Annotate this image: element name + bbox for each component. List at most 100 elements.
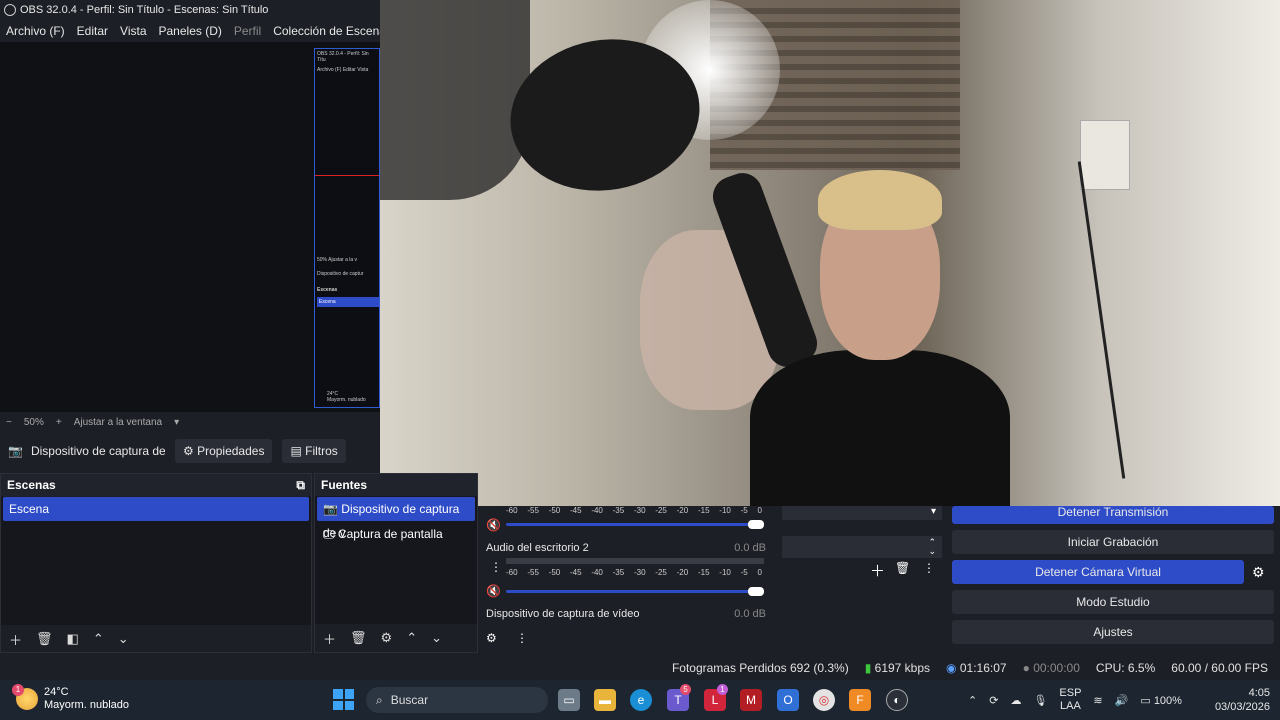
scene-item[interactable]: Escena — [3, 497, 309, 521]
webcam-cable — [1077, 161, 1126, 479]
filters-button[interactable]: ▤ Filtros — [282, 439, 346, 463]
channel-name: Audio del escritorio 2 — [486, 542, 589, 554]
clock[interactable]: 4:05 03/03/2026 — [1206, 686, 1270, 714]
gear-icon[interactable]: ⚙ — [381, 630, 393, 646]
properties-label: Propiedades — [197, 444, 265, 458]
transitions-dock: ▾ ⌃ ⌄ ＋ 🗑 ⋮ — [780, 506, 946, 653]
menu-vista[interactable]: Vista — [120, 24, 146, 38]
record-time-value: 00:00:00 — [1033, 661, 1080, 675]
zoom-out-button[interactable]: − — [6, 417, 12, 428]
channel-menu-icon[interactable]: ⋮ — [490, 560, 502, 574]
nested-menu: Archivo (F) Editar Vista — [317, 67, 369, 73]
cloud-icon[interactable]: ☁ — [1010, 694, 1021, 707]
nested-weather-desc: Mayorm. nublado — [327, 397, 366, 403]
battery-indicator[interactable]: ▭ 100% — [1140, 694, 1182, 707]
monitor-icon: 🖵 — [323, 527, 335, 541]
menu-perfil[interactable]: Perfil — [234, 24, 261, 38]
outlook-icon[interactable]: O — [777, 689, 799, 711]
source-item[interactable]: 📷 Dispositivo de captura de v — [317, 497, 475, 540]
add-scene-button[interactable]: ＋ — [9, 630, 22, 649]
tick-label: -20 — [676, 506, 689, 515]
obs-taskbar-icon[interactable]: ◐ — [886, 689, 908, 711]
taskbar: 1 24°C Mayorm. nublado ⌕ Buscar ▭ ▬ e T … — [0, 680, 1280, 720]
menu-paneles[interactable]: Paneles (D) — [159, 24, 222, 38]
move-down-icon[interactable]: ⌄ — [431, 630, 442, 646]
stream-time-value: 01:16:07 — [959, 661, 1007, 675]
nested-weather: 24°C Mayorm. nublado — [325, 389, 368, 405]
menu-archivo[interactable]: Archivo (F) — [6, 24, 65, 38]
mail-badge: 1 — [717, 684, 728, 695]
trash-icon[interactable]: 🗑 — [36, 631, 53, 647]
tick-label: -40 — [591, 506, 603, 515]
chevron-down-icon[interactable]: ▾ — [174, 417, 179, 428]
battery-icon: ▭ — [1140, 694, 1151, 707]
mixer-settings-icon[interactable]: ⚙ — [486, 631, 497, 645]
chrome-icon[interactable]: ◎ — [813, 689, 835, 711]
zoom-in-button[interactable]: + — [56, 417, 62, 428]
tick-label: -20 — [676, 568, 689, 577]
undock-icon[interactable]: ⧉ — [296, 474, 305, 496]
scene-filters-icon[interactable]: ◧ — [67, 631, 79, 647]
start-record-button[interactable]: Iniciar Grabación — [952, 530, 1274, 554]
mixer-channel-1: Audio del escritorio 2 0.0 dB — [486, 542, 766, 554]
menu-coleccion-escenas[interactable]: Colección de Escenas — [273, 24, 392, 38]
mixer-channel-2: Dispositivo de captura de vídeo 0.0 dB — [486, 608, 766, 620]
move-down-icon[interactable]: ⌄ — [118, 631, 129, 647]
channel-db: 0.0 dB — [734, 542, 766, 554]
weather-widget[interactable]: 1 24°C Mayorm. nublado — [12, 684, 129, 712]
taskbar-search[interactable]: ⌕ Buscar — [366, 687, 548, 713]
move-up-icon[interactable]: ⌃ — [406, 630, 417, 646]
fader-knob[interactable] — [748, 587, 764, 596]
nested-scenes-title: Escenas — [317, 287, 338, 293]
search-icon: ⌕ — [376, 692, 383, 707]
scenes-title-label: Escenas — [7, 478, 56, 492]
sources-title: Fuentes — [315, 474, 477, 496]
volume-icon[interactable]: 🔊 — [1115, 694, 1129, 707]
sync-icon[interactable]: ⟳ — [989, 694, 998, 707]
transition-menu-icon[interactable]: ⋮ — [923, 561, 935, 575]
fl-studio-icon[interactable]: F — [849, 689, 871, 711]
stop-virtualcam-button[interactable]: Detener Cámara Virtual — [952, 560, 1244, 584]
tick-label: -5 — [740, 506, 748, 515]
edge-icon[interactable]: e — [630, 689, 652, 711]
task-view-icon[interactable]: ▭ — [558, 689, 580, 711]
tick-label: -15 — [697, 568, 710, 577]
transition-select[interactable]: ▾ — [782, 506, 942, 520]
mixer-menu-icon[interactable]: ⋮ — [516, 631, 528, 645]
nested-zoom: 50% — [317, 257, 328, 263]
wifi-icon[interactable]: ≋ — [1093, 694, 1102, 707]
volume-fader[interactable] — [506, 587, 764, 596]
volume-fader[interactable] — [506, 520, 764, 529]
microphone-icon[interactable]: 🎙 — [1033, 694, 1047, 707]
source-item[interactable]: 🖵 Captura de pantalla — [317, 522, 475, 546]
fit-window-label[interactable]: Ajustar a la ventana — [74, 417, 162, 428]
trash-icon[interactable]: 🗑 — [895, 561, 910, 575]
gear-icon[interactable]: ⚙ — [1252, 564, 1265, 581]
nested-fit: Ajustar a la v — [328, 257, 358, 263]
settings-button[interactable]: Ajustes — [952, 620, 1274, 644]
duration-spinbox[interactable]: ⌃ ⌄ — [782, 536, 942, 558]
start-button[interactable] — [333, 689, 354, 710]
lang-top: ESP — [1059, 687, 1082, 699]
bitrate-value: 6197 kbps — [874, 661, 931, 675]
webcam-feed — [380, 0, 1280, 506]
move-up-icon[interactable]: ⌃ — [93, 631, 104, 647]
trash-icon[interactable]: 🗑 — [350, 630, 367, 646]
properties-button[interactable]: ⚙ Propiedades — [174, 439, 273, 463]
meter-ticks: -60 -55 -50 -45 -40 -35 -30 -25 -20 -15 -10 -5 0 — [506, 568, 762, 577]
scenes-list: Escena — [1, 497, 311, 625]
mcafee-icon[interactable]: M — [740, 689, 762, 711]
system-tray: ⌃ ⟳ ☁ 🎙 ESP LAA ≋ 🔊 ▭ 100% — [968, 680, 1182, 720]
add-transition-button[interactable]: ＋ — [870, 560, 885, 581]
menu-editar[interactable]: Editar — [77, 24, 108, 38]
file-explorer-icon[interactable]: ▬ — [594, 689, 616, 711]
mute-icon[interactable]: 🔇 — [486, 518, 501, 532]
chevron-up-icon[interactable]: ⌃ — [968, 694, 977, 707]
stop-stream-button[interactable]: Detener Transmisión — [952, 506, 1274, 524]
mute-icon[interactable]: 🔇 — [486, 584, 501, 598]
filters-label: Filtros — [305, 444, 338, 458]
language-indicator[interactable]: ESP LAA — [1059, 687, 1081, 713]
fader-knob[interactable] — [748, 520, 764, 529]
studio-mode-button[interactable]: Modo Estudio — [952, 590, 1274, 614]
add-source-button[interactable]: ＋ — [323, 629, 336, 648]
